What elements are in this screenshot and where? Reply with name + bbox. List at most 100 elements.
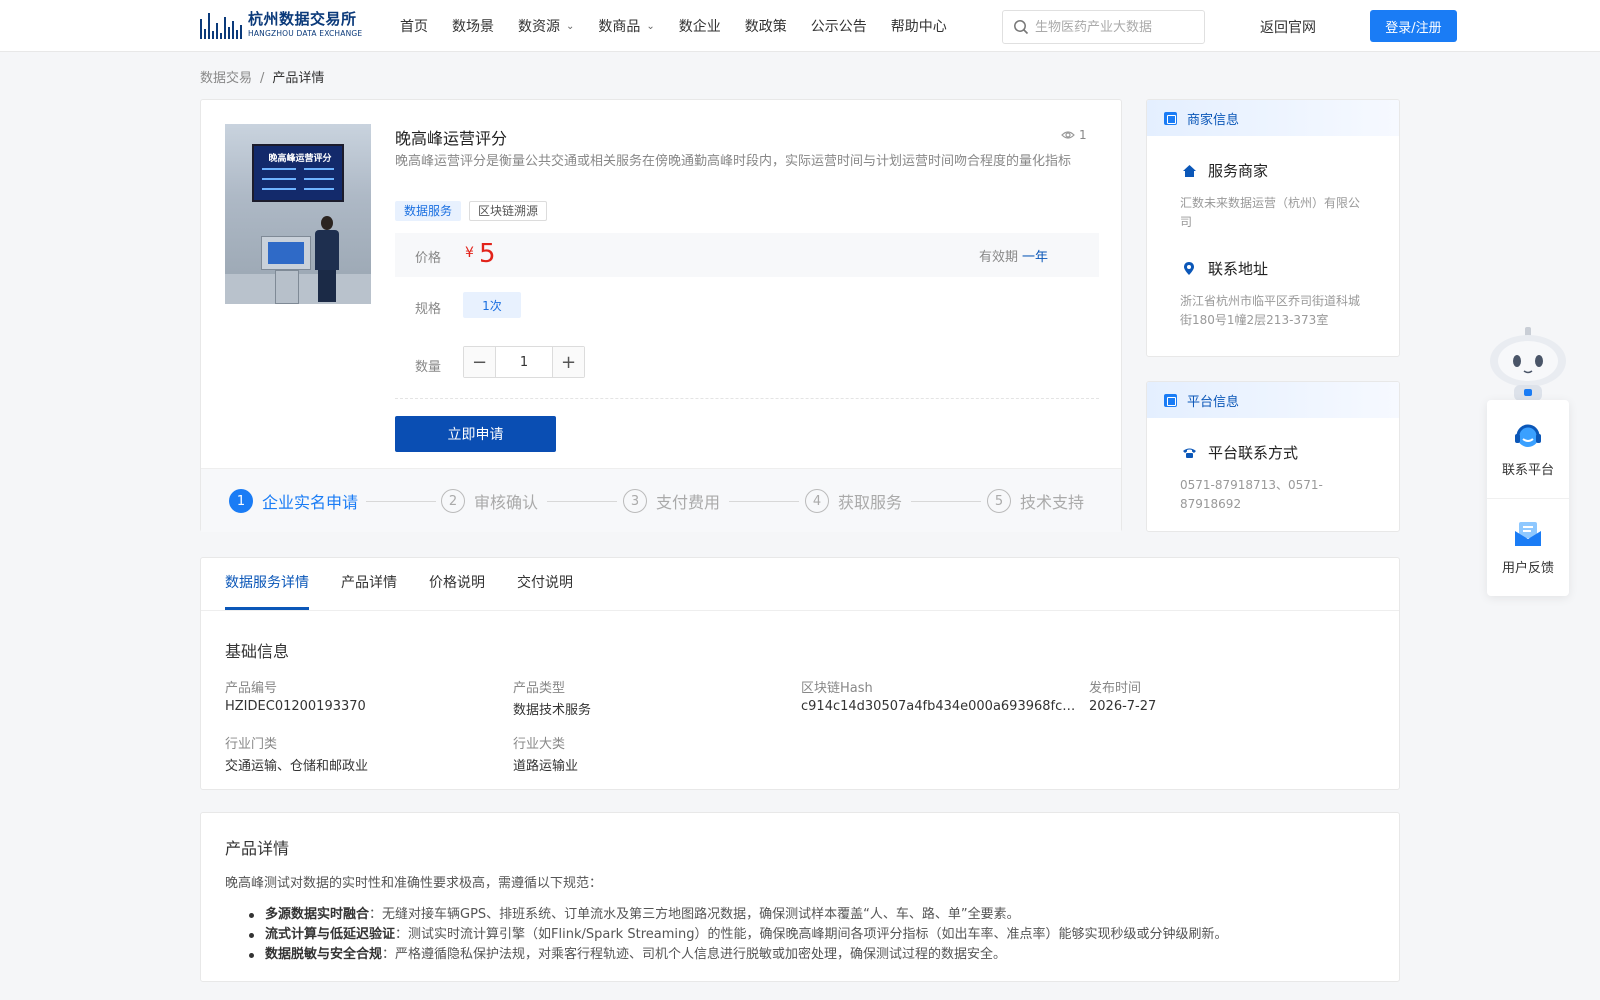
product-type: 数据技术服务	[513, 703, 592, 718]
step-1: 1 企业实名申请	[229, 489, 358, 513]
contact-platform-label: 联系平台	[1501, 462, 1554, 478]
field-label: 行业门类	[225, 737, 278, 752]
location-icon	[1184, 262, 1194, 275]
top-header: 杭州数据交易所 HANGZHOU DATA EXCHANGE 首页 数场景 数资…	[0, 0, 1600, 52]
publish-date: 2026-7-27	[1089, 699, 1157, 714]
field-label: 发布时间	[1089, 681, 1142, 696]
logo-bars-icon	[200, 11, 246, 39]
contact-address-label: 联系地址	[1180, 258, 1268, 279]
chevron-down-icon: ⌄	[566, 20, 575, 32]
service-merchant-value: 汇数未来数据运营（杭州）有限公司	[1180, 196, 1361, 229]
product-card: 晚高峰运营评分 晚高峰运营评分 1 晚高峰运营评分是衡量公共交通或相关服务在傍晚…	[200, 99, 1122, 532]
price-label: 价格	[415, 251, 442, 266]
product-details-intro: 晚高峰测试对数据的实时性和准确性要求极高，需遵循以下规范：	[225, 876, 603, 891]
list-item: 多源数据实时融合：无缝对接车辆GPS、排班系统、订单流水及第三方地图路况数据，确…	[241, 905, 1227, 925]
feedback-mail-icon	[1515, 521, 1541, 546]
platform-icon	[1164, 393, 1177, 407]
plus-button[interactable]: +	[553, 347, 584, 377]
nav-item-resources[interactable]: 数资源 ⌄	[518, 16, 574, 36]
currency-symbol: ¥	[465, 245, 474, 261]
step-2: 2 审核确认	[441, 489, 538, 513]
merchant-icon	[1164, 111, 1177, 125]
product-title: 晚高峰运营评分	[395, 129, 508, 148]
nav-item-policies[interactable]: 数政策	[745, 16, 787, 36]
field-label: 产品类型	[513, 681, 566, 696]
logo-title: 杭州数据交易所	[248, 10, 357, 29]
product-details-title: 产品详情	[225, 839, 290, 858]
industry-category: 交通运输、仓储和邮政业	[225, 759, 369, 774]
platform-contact-value: 0571-87918713、0571-87918692	[1180, 478, 1323, 511]
product-description: 晚高峰运营评分是衡量公共交通或相关服务在傍晚通勤高峰时段内，实际运营时间与计划运…	[395, 154, 1072, 169]
home-icon	[1182, 164, 1196, 177]
product-details-list: 多源数据实时融合：无缝对接车辆GPS、排班系统、订单流水及第三方地图路况数据，确…	[241, 905, 1227, 965]
quantity-value[interactable]: 1	[495, 347, 553, 377]
tag-blockchain: 区块链溯源	[469, 201, 548, 221]
breadcrumb-root[interactable]: 数据交易	[200, 71, 252, 86]
step-5: 5 技术支持	[987, 489, 1084, 513]
assistant-robot-icon[interactable]	[1488, 325, 1568, 401]
platform-contact-label: 平台联系方式	[1180, 442, 1298, 463]
price-bar: 价格 ¥ 5 有效期 一年	[395, 233, 1099, 277]
quantity-stepper: − 1 +	[463, 346, 585, 378]
contact-address-value: 浙江省杭州市临平区乔司街道科城街180号1幢2层213-373室	[1180, 294, 1361, 327]
contact-platform-button[interactable]: 联系平台	[1487, 400, 1569, 498]
headset-icon	[1515, 424, 1541, 447]
detail-tabs: 数据服务详情 产品详情 价格说明 交付说明	[225, 558, 605, 610]
validity: 有效期 一年	[979, 250, 1049, 265]
basic-info-title: 基础信息	[225, 642, 290, 661]
search-input[interactable]	[1035, 19, 1195, 35]
minus-button[interactable]: −	[464, 347, 495, 377]
list-item: 数据脱敏与安全合规：严格遵循隐私保护法规，对乘客行程轨迹、司机个人信息进行脱敏或…	[241, 945, 1227, 965]
merchant-info-header: 商家信息	[1147, 100, 1399, 136]
step-4: 4 获取服务	[805, 489, 902, 513]
nav-item-enterprises[interactable]: 数企业	[679, 16, 721, 36]
nav-item-scenes[interactable]: 数场景	[452, 16, 494, 36]
breadcrumb: 数据交易 / 产品详情	[200, 71, 325, 86]
nav-item-products[interactable]: 数商品 ⌄	[598, 16, 654, 36]
divider	[395, 398, 1099, 399]
industry-major: 道路运输业	[513, 759, 579, 774]
plus-icon: +	[560, 351, 577, 373]
tab-product-details[interactable]: 产品详情	[341, 558, 397, 610]
login-register-button[interactable]: 登录/注册	[1370, 10, 1457, 42]
view-count: 1	[1061, 128, 1087, 142]
platform-info-card: 平台信息 平台联系方式 0571-87918713、0571-87918692	[1146, 381, 1400, 532]
minus-icon: −	[471, 351, 488, 373]
site-logo[interactable]: 杭州数据交易所 HANGZHOU DATA EXCHANGE	[200, 9, 365, 41]
spec-label: 规格	[415, 302, 442, 317]
logo-subtitle: HANGZHOU DATA EXCHANGE	[248, 29, 363, 39]
service-details-card: 数据服务详情 产品详情 价格说明 交付说明 基础信息 产品编号 HZIDEC01…	[200, 557, 1400, 790]
blockchain-hash: c914c14d30507a4fb434e000a693968fcdd…	[801, 699, 1079, 714]
chevron-down-icon: ⌄	[646, 20, 655, 32]
tab-delivery-description[interactable]: 交付说明	[517, 558, 573, 610]
product-tags: 数据服务 区块链溯源	[395, 201, 548, 221]
tab-data-service-details[interactable]: 数据服务详情	[225, 558, 309, 610]
nav-item-help[interactable]: 帮助中心	[891, 16, 947, 36]
phone-icon	[1182, 448, 1196, 458]
product-image: 晚高峰运营评分	[225, 124, 371, 304]
platform-info-header: 平台信息	[1147, 382, 1399, 418]
eye-icon	[1061, 131, 1075, 139]
search-icon	[1014, 20, 1029, 35]
merchant-info-card: 商家信息 服务商家 汇数未来数据运营（杭州）有限公司 联系地址 浙江省杭州市临平…	[1146, 99, 1400, 357]
user-feedback-label: 用户反馈	[1501, 560, 1554, 576]
quantity-label: 数量	[415, 360, 442, 375]
breadcrumb-current: 产品详情	[272, 71, 325, 86]
search-box[interactable]	[1002, 10, 1205, 44]
field-label: 产品编号	[225, 681, 278, 696]
product-details-card: 产品详情 晚高峰测试对数据的实时性和准确性要求极高，需遵循以下规范： 多源数据实…	[200, 812, 1400, 982]
floating-panel: 联系平台 用户反馈	[1487, 400, 1569, 596]
tag-data-service: 数据服务	[395, 201, 462, 221]
spec-option[interactable]: 1次	[463, 292, 521, 318]
back-to-site-link[interactable]: 返回官网	[1260, 17, 1316, 37]
product-number: HZIDEC01200193370	[225, 699, 366, 714]
list-item: 流式计算与低延迟验证：测试实时流计算引擎（如Flink/Spark Stream…	[241, 925, 1227, 945]
nav-item-announcements[interactable]: 公示公告	[811, 16, 867, 36]
tab-price-description[interactable]: 价格说明	[429, 558, 485, 610]
field-label: 区块链Hash	[801, 681, 873, 696]
process-steps: 1 企业实名申请 2 审核确认 3 支付费用 4 获取服务 5 技术支持	[201, 468, 1121, 532]
apply-now-button[interactable]: 立即申请	[395, 416, 556, 452]
user-feedback-button[interactable]: 用户反馈	[1487, 498, 1569, 596]
nav-item-home[interactable]: 首页	[400, 16, 428, 36]
step-3: 3 支付费用	[623, 489, 720, 513]
